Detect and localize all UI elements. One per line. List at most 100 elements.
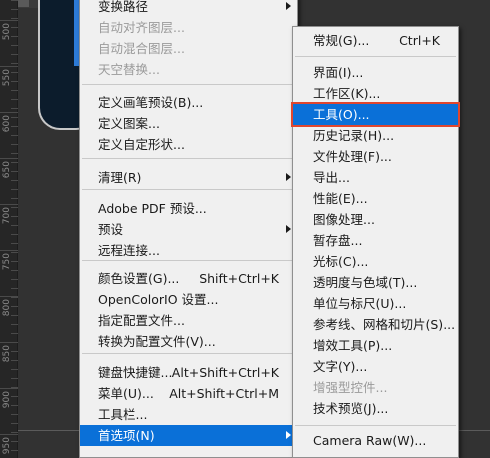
menu-separator — [295, 425, 456, 426]
ruler-tick — [11, 225, 18, 226]
ruler-tick — [11, 279, 18, 280]
menu-item-14[interactable]: 转换为配置文件(V)... — [80, 331, 297, 352]
submenu-arrow-icon — [286, 173, 291, 181]
ruler-tick — [11, 108, 18, 109]
menu-item-s7[interactable]: 性能(E)... — [293, 188, 458, 209]
menu-item-s12[interactable]: 单位与标尺(U)... — [293, 293, 458, 314]
menu-item-2: 自动混合图层... — [80, 38, 297, 59]
menu-item-s3[interactable]: 工具(O)... — [291, 102, 460, 127]
menu-item-label: Camera Raw(W)... — [313, 433, 427, 448]
menu-item-label: 颜色设置(G)... — [98, 271, 180, 286]
menu-item-s9[interactable]: 暂存盘... — [293, 230, 458, 251]
menu-item-label: 定义自定形状... — [98, 137, 185, 152]
ruler-tick — [11, 243, 18, 244]
menu-item-s13[interactable]: 参考线、网格和切片(S)... — [293, 314, 458, 335]
menu-item-s16: 增强型控件... — [293, 377, 458, 398]
ruler-number: 600 — [2, 115, 12, 133]
ruler-tick — [11, 0, 18, 1]
menu-item-s-raw[interactable]: Camera Raw(W)... — [293, 430, 458, 451]
menu-item-8[interactable]: Adobe PDF 预设... — [80, 198, 297, 219]
ruler-tick — [11, 153, 18, 154]
menu-item-label: 透明度与色域(T)... — [313, 275, 418, 290]
menu-item-6[interactable]: 定义自定形状... — [80, 134, 297, 155]
menu-item-12[interactable]: OpenColorIO 设置... — [80, 289, 297, 310]
menu-item-label: 清理(R) — [98, 170, 142, 185]
menu-item-label: OpenColorIO 设置... — [98, 292, 219, 307]
menu-item-s0[interactable]: 常规(G)... Ctrl+K — [293, 30, 458, 51]
menu-item-1: 自动对齐图层... — [80, 17, 297, 38]
ruler-tick — [11, 378, 18, 379]
menu-item-label: 文字(Y)... — [313, 359, 368, 374]
menu-item-5[interactable]: 定义图案... — [80, 113, 297, 134]
menu-separator — [82, 260, 295, 261]
menu-item-s4[interactable]: 历史记录(H)... — [293, 125, 458, 146]
ruler-number: 550 — [2, 69, 12, 87]
menu-item-11[interactable]: 颜色设置(G)... Shift+Ctrl+K — [80, 268, 297, 289]
submenu-arrow-icon — [286, 2, 291, 10]
menu-item-label: 定义画笔预设(B)... — [98, 95, 204, 110]
ruler-major-tick — [0, 296, 18, 297]
menu-item-label: 菜单(U)... — [98, 386, 154, 401]
menu-item-s5[interactable]: 文件处理(F)... — [293, 146, 458, 167]
ruler-tick — [11, 414, 18, 415]
menu-item-label: 光标(C)... — [313, 254, 369, 269]
shortcut-label: Ctrl+K — [399, 33, 440, 48]
menu-item-s1[interactable]: 界面(I)... — [293, 62, 458, 83]
ruler-tick — [11, 135, 18, 136]
menu-item-18[interactable]: 首选项(N) — [80, 425, 297, 446]
ruler-number: 650 — [2, 161, 12, 179]
menu-item-7[interactable]: 清理(R) — [80, 167, 297, 188]
menu-item-label: 指定配置文件... — [98, 313, 185, 328]
menu-item-label: 自动混合图层... — [98, 41, 185, 56]
menu-item-label: 工具栏... — [98, 407, 148, 422]
ruler-tick — [11, 63, 18, 64]
menu-item-0[interactable]: 变换路径 — [80, 0, 297, 17]
menu-item-label: 键盘快捷键... — [98, 365, 173, 380]
menu-item-16[interactable]: 菜单(U)... Alt+Shift+Ctrl+M — [80, 383, 297, 404]
menu-item-10[interactable]: 远程连接... — [80, 240, 297, 261]
submenu-arrow-icon — [286, 225, 291, 233]
shortcut-label: Alt+Shift+Ctrl+M — [169, 386, 279, 401]
menu-item-s14[interactable]: 增效工具(P)... — [293, 335, 458, 356]
menu-item-label: 变换路径 — [98, 0, 149, 14]
menu-item-s15[interactable]: 文字(Y)... — [293, 356, 458, 377]
menu-item-s8[interactable]: 图像处理... — [293, 209, 458, 230]
preferences-submenu: 常规(G)... Ctrl+K 界面(I)... 工作区(K)... 工具(O)... 历… — [291, 26, 460, 458]
ruler-number: 900 — [2, 391, 12, 409]
menu-item-s2[interactable]: 工作区(K)... — [293, 83, 458, 104]
ruler-tick — [11, 333, 18, 334]
menu-item-label: 自动对齐图层... — [98, 20, 185, 35]
menu-item-label: 图像处理... — [313, 212, 375, 227]
ruler-major-tick — [0, 342, 18, 343]
menu-separator — [82, 84, 295, 85]
menu-item-label: 工具(O)... — [313, 107, 370, 122]
ruler-tick — [11, 324, 18, 325]
menu-item-13[interactable]: 指定配置文件... — [80, 310, 297, 331]
menu-item-9[interactable]: 预设 — [80, 219, 297, 240]
shortcut-label: Shift+Ctrl+K — [199, 271, 279, 286]
ruler-major-tick — [0, 158, 18, 159]
menu-item-s10[interactable]: 光标(C)... — [293, 251, 458, 272]
menu-item-label: Adobe PDF 预设... — [98, 201, 207, 216]
ruler-tick — [11, 90, 18, 91]
menu-item-15[interactable]: 键盘快捷键... Alt+Shift+Ctrl+K — [80, 362, 297, 383]
menu-item-label: 转换为配置文件(V)... — [98, 334, 216, 349]
menu-item-4[interactable]: 定义画笔预设(B)... — [80, 92, 297, 113]
menu-item-label: 常规(G)... — [313, 33, 370, 48]
ruler-number: 950 — [2, 437, 12, 455]
vertical-ruler: 500 550 600 650 700 750 800 850 900 950 — [0, 0, 18, 458]
menu-item-s6[interactable]: 导出... — [293, 167, 458, 188]
strip-button[interactable] — [18, 0, 29, 7]
menu-item-label: 性能(E)... — [313, 191, 368, 206]
menu-item-s11[interactable]: 透明度与色域(T)... — [293, 272, 458, 293]
ruler-major-tick — [0, 20, 18, 21]
menu-item-17[interactable]: 工具栏... — [80, 404, 297, 425]
menu-item-label: 导出... — [313, 170, 350, 185]
menu-item-s17[interactable]: 技术预览(J)... — [293, 398, 458, 419]
ruler-major-tick — [0, 388, 18, 389]
menu-item-label: 参考线、网格和切片(S)... — [313, 317, 456, 332]
ruler-tick — [11, 297, 18, 298]
menu-item-label: 技术预览(J)... — [313, 401, 389, 416]
ruler-tick — [11, 288, 18, 289]
ruler-tick — [11, 54, 18, 55]
